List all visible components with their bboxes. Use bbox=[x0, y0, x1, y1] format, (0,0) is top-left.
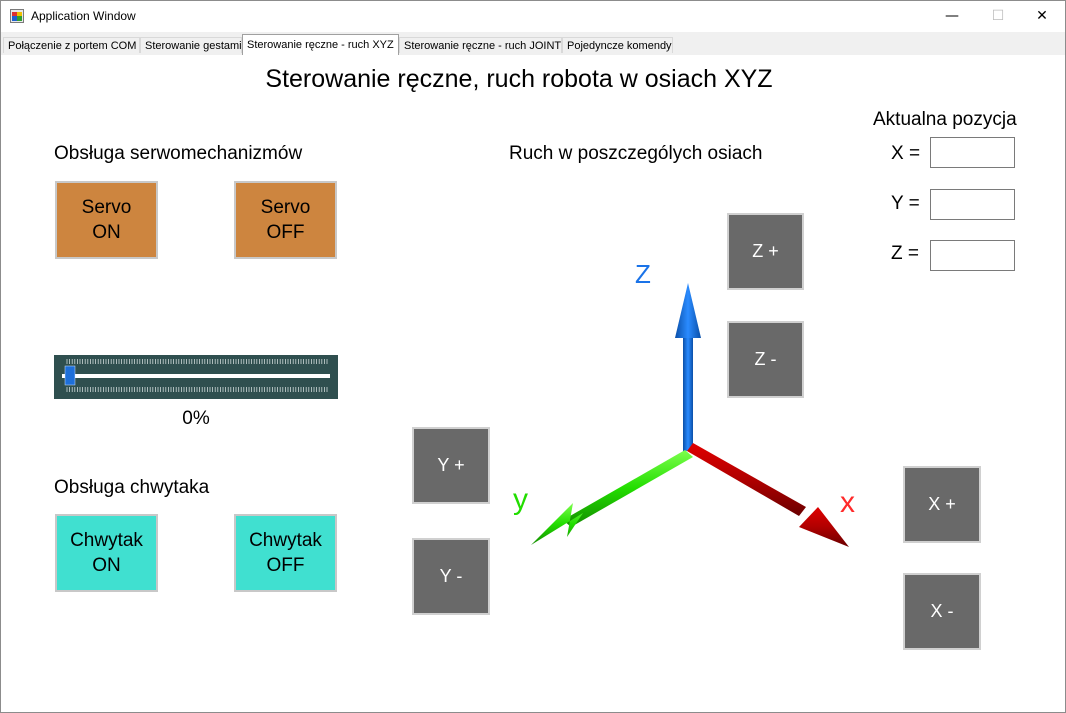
close-button[interactable]: ✕ bbox=[1019, 1, 1065, 32]
maximize-icon: ☐ bbox=[991, 8, 1005, 24]
servo-on-button[interactable]: Servo ON bbox=[55, 181, 158, 259]
servo-off-button[interactable]: Servo OFF bbox=[234, 181, 337, 259]
gripper-off-button[interactable]: Chwytak OFF bbox=[234, 514, 337, 592]
position-heading: Aktualna pozycja bbox=[873, 109, 1017, 130]
gripper-on-label-2: ON bbox=[92, 555, 121, 576]
speed-value-label: 0% bbox=[182, 408, 210, 429]
application-window: Application Window — ☐ ✕ Połączenie z po… bbox=[0, 0, 1066, 713]
tab-com-port[interactable]: Połączenie z portem COM bbox=[3, 37, 140, 53]
servo-on-label-1: Servo bbox=[81, 197, 132, 218]
z-position-label: Z = bbox=[891, 243, 919, 264]
tab-single-commands[interactable]: Pojedyncze komendy bbox=[562, 37, 673, 53]
x-axis-shaft bbox=[687, 443, 806, 516]
minimize-button[interactable]: — bbox=[929, 1, 975, 32]
y-axis-label: y bbox=[513, 483, 528, 516]
x-position-label: X = bbox=[891, 143, 921, 164]
speed-slider-track bbox=[62, 359, 330, 392]
tab-gestures[interactable]: Sterowanie gestami bbox=[140, 37, 242, 53]
y-axis-arrowhead bbox=[531, 503, 583, 545]
page-title: Sterowanie ręczne, ruch robota w osiach … bbox=[265, 65, 773, 93]
x-plus-button[interactable]: X + bbox=[903, 466, 981, 543]
tab-manual-xyz[interactable]: Sterowanie ręczne - ruch XYZ bbox=[242, 34, 399, 55]
gripper-on-label-1: Chwytak bbox=[70, 530, 143, 551]
axes-diagram: Z y x bbox=[513, 265, 855, 547]
slider-track-line bbox=[62, 374, 330, 378]
z-axis-shaft bbox=[683, 329, 693, 451]
z-minus-button[interactable]: Z - bbox=[727, 321, 804, 398]
slider-ticks-top bbox=[66, 359, 328, 364]
gripper-on-button[interactable]: Chwytak ON bbox=[55, 514, 158, 592]
tab-page-xyz: Sterowanie ręczne, ruch robota w osiach … bbox=[1, 55, 1065, 712]
x-position-field[interactable] bbox=[930, 137, 1015, 168]
servo-on-label-2: ON bbox=[92, 222, 121, 243]
gripper-off-label-1: Chwytak bbox=[249, 530, 322, 551]
y-minus-button[interactable]: Y - bbox=[412, 538, 490, 615]
y-plus-button[interactable]: Y + bbox=[412, 427, 490, 504]
gripper-off-label-2: OFF bbox=[266, 555, 305, 576]
app-icon bbox=[10, 9, 24, 23]
slider-thumb[interactable] bbox=[64, 365, 76, 386]
y-axis-shaft bbox=[563, 450, 693, 527]
title-bar[interactable]: Application Window — ☐ ✕ bbox=[1, 1, 1065, 32]
servo-off-label-1: Servo bbox=[260, 197, 311, 218]
close-icon: ✕ bbox=[1036, 8, 1048, 24]
z-plus-button[interactable]: Z + bbox=[727, 213, 804, 290]
y-position-label: Y = bbox=[891, 193, 920, 214]
tab-strip: Połączenie z portem COM Sterowanie gesta… bbox=[1, 32, 1065, 56]
gripper-heading: Obsługa chwytaka bbox=[54, 477, 210, 498]
window-title: Application Window bbox=[31, 9, 136, 23]
servo-off-label-2: OFF bbox=[266, 222, 305, 243]
x-axis-label: x bbox=[840, 486, 855, 519]
z-axis-arrowhead bbox=[675, 283, 701, 338]
tab-manual-joint[interactable]: Sterowanie ręczne - ruch JOINT bbox=[399, 37, 562, 53]
y-position-field[interactable] bbox=[930, 189, 1015, 220]
slider-ticks-bottom bbox=[66, 387, 328, 392]
servo-heading: Obsługa serwomechanizmów bbox=[54, 143, 303, 164]
x-minus-button[interactable]: X - bbox=[903, 573, 981, 650]
axes-heading: Ruch w poszczególych osiach bbox=[509, 143, 763, 164]
minimize-icon: — bbox=[945, 8, 959, 24]
z-axis-label: Z bbox=[635, 265, 651, 289]
z-position-field[interactable] bbox=[930, 240, 1015, 271]
speed-slider[interactable] bbox=[54, 355, 338, 399]
maximize-button[interactable]: ☐ bbox=[975, 1, 1021, 32]
